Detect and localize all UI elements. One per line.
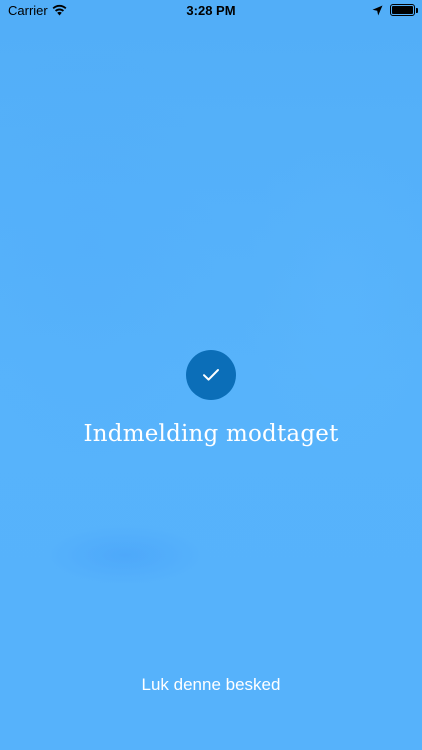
battery-cap — [416, 8, 418, 13]
dismiss-button[interactable]: Luk denne besked — [111, 671, 311, 699]
status-bar: Carrier 3:28 PM — [0, 0, 422, 22]
checkmark-icon — [203, 369, 219, 381]
confirmation-title: Indmelding modtaget — [83, 421, 339, 447]
battery-level — [392, 6, 413, 14]
success-badge — [186, 350, 236, 400]
clock: 3:28 PM — [186, 3, 236, 18]
battery-icon — [390, 4, 415, 16]
location-arrow-icon — [372, 5, 383, 16]
